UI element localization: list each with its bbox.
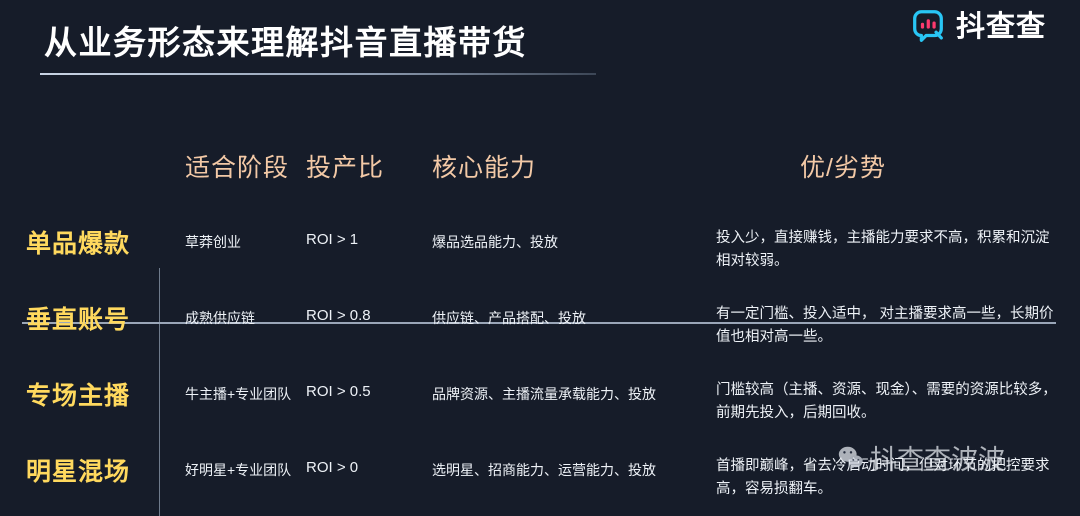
row-core: 爆品选品能力、投放 [432,234,558,250]
brand-logo: 抖查查 [909,8,1046,46]
row-stage: 牛主播+专业团队 [185,386,292,402]
row-stage-cell: 牛主播+专业团队 [159,376,294,406]
row-name-cell: 明星混场 [0,452,159,488]
column-header-core: 核心能力 [432,154,537,182]
table-row: 垂直账号 成熟供应链 ROI > 0.8 供应链、产品搭配、投放 有一定门槛、投… [0,300,1080,350]
row-core-cell: 品牌资源、主播流量承载能力、投放 [414,376,704,406]
brand-name: 抖查查 [955,10,1046,43]
table-row: 明星混场 好明星+专业团队 ROI > 0 选明星、招商能力、运营能力、投放 首… [0,452,1080,502]
row-stage-cell: 草莽创业 [159,224,294,254]
row-roi-cell: ROI > 1 [294,224,414,249]
row-core-cell: 选明星、招商能力、运营能力、投放 [414,452,704,482]
row-roi: ROI > 1 [306,231,359,248]
row-stage: 草莽创业 [185,234,241,250]
row-core: 品牌资源、主播流量承载能力、投放 [432,386,656,402]
row-name-cell: 单品爆款 [0,224,159,260]
row-advantage-cell: 投入少，直接赚钱，主播能力要求不高，积累和沉淀相对较弱。 [704,224,1080,274]
row-stage-cell: 成熟供应链 [159,300,294,330]
chat-bar-search-icon [909,8,947,46]
row-advantage-cell: 有一定门槛、投入适中， 对主播要求高一些，长期价值也相对高一些。 [704,300,1080,350]
column-header-advantage: 优/劣势 [800,154,886,182]
row-name-cell: 专场主播 [0,376,159,412]
row-name-cell: 垂直账号 [0,300,159,336]
row-stage: 好明星+专业团队 [185,462,292,478]
row-title: 专场主播 [26,382,131,410]
row-roi-cell: ROI > 0.5 [294,376,414,401]
row-roi-cell: ROI > 0.8 [294,300,414,325]
row-advantage: 有一定门槛、投入适中， 对主播要求高一些，长期价值也相对高一些。 [716,306,1054,346]
row-core-cell: 供应链、产品搭配、投放 [414,300,704,330]
table-header-cell-adv: 优/劣势 [704,148,1080,184]
row-roi-cell: ROI > 0 [294,452,414,477]
row-title: 明星混场 [26,458,131,486]
table-row: 单品爆款 草莽创业 ROI > 1 爆品选品能力、投放 投入少，直接赚钱，主播能… [0,224,1080,274]
table-header-cell-stage: 适合阶段 [159,148,294,184]
row-advantage: 投入少，直接赚钱，主播能力要求不高，积累和沉淀相对较弱。 [716,230,1050,270]
page-title: 从业务形态来理解抖音直播带货 [44,24,527,61]
row-title: 垂直账号 [26,306,131,334]
row-roi: ROI > 0.5 [306,383,371,400]
row-core-cell: 爆品选品能力、投放 [414,224,704,254]
row-roi: ROI > 0.8 [306,307,371,324]
table-header-row: 适合阶段 投产比 核心能力 优/劣势 [0,148,1080,196]
title-underline [40,73,596,75]
column-header-roi: 投产比 [306,154,385,182]
row-advantage-cell: 首播即巅峰，省去冷启动时间，但对环节的把控要求高，容易损翻车。 [704,452,1080,502]
row-advantage: 门槛较高（主播、资源、现金）、需要的资源比较多，前期先投入，后期回收。 [716,382,1057,422]
row-roi: ROI > 0 [306,459,359,476]
row-core: 供应链、产品搭配、投放 [432,310,586,326]
table-row: 专场主播 牛主播+专业团队 ROI > 0.5 品牌资源、主播流量承载能力、投放… [0,376,1080,426]
table-header-cell-core: 核心能力 [414,148,704,184]
row-advantage-cell: 门槛较高（主播、资源、现金）、需要的资源比较多，前期先投入，后期回收。 [704,376,1080,426]
row-core: 选明星、招商能力、运营能力、投放 [432,462,656,478]
row-advantage: 首播即巅峰，省去冷启动时间，但对环节的把控要求高，容易损翻车。 [716,458,1050,498]
row-stage: 成熟供应链 [185,310,255,326]
row-title: 单品爆款 [26,230,131,258]
column-header-stage: 适合阶段 [185,154,290,182]
slide-canvas: 从业务形态来理解抖音直播带货 抖查查 适合阶段 投产比 核心能力 优/劣势 单品… [0,0,1080,516]
slide-header: 从业务形态来理解抖音直播带货 抖查查 [0,0,1080,84]
row-stage-cell: 好明星+专业团队 [159,452,294,482]
table-header-cell-roi: 投产比 [294,148,414,184]
